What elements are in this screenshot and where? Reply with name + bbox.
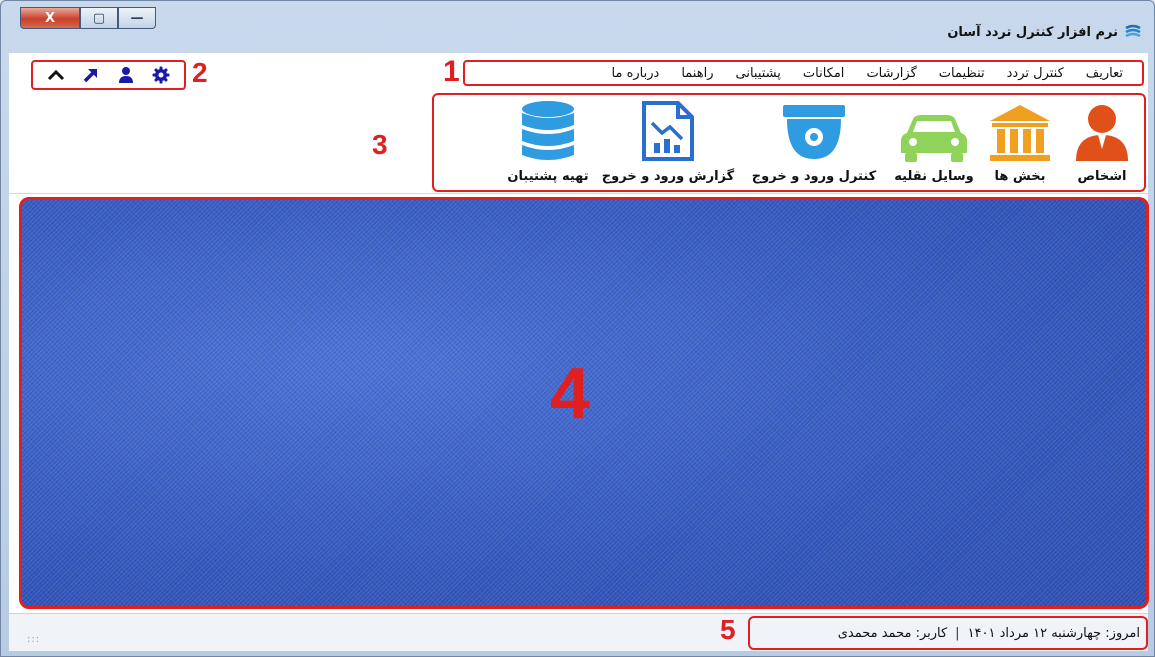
window-title-text: نرم افزار کنترل تردد آسان (947, 24, 1118, 40)
maximize-button[interactable]: ▢ (80, 7, 118, 29)
window-controls: X ▢ — (20, 7, 156, 29)
backup-label: تهیه پشتیبان (507, 169, 589, 184)
menu-support[interactable]: پشتیبانی (724, 66, 791, 81)
menu-settings[interactable]: تنظیمات (928, 66, 996, 81)
title-bar: X ▢ — نرم افزار کنترل تردد آسان (1, 1, 1154, 49)
menu-definitions[interactable]: تعاریف (1075, 66, 1134, 81)
building-icon (990, 105, 1050, 161)
client-area: تعاریف کنترل تردد تنظیمات گزارشات امکانا… (9, 53, 1149, 651)
minimize-button[interactable]: — (118, 7, 156, 29)
gear-icon[interactable] (151, 65, 171, 85)
app-logo-icon (1125, 24, 1141, 38)
entry-exit-control-button[interactable]: کنترل ورود و خروج (740, 95, 888, 190)
menu-bar: تعاریف کنترل تردد تنظیمات گزارشات امکانا… (9, 53, 1148, 93)
app-window: X ▢ — نرم افزار کنترل تردد آسان تعاریف ک… (0, 0, 1155, 657)
entry-exit-control-label: کنترل ورود و خروج (751, 169, 877, 184)
annotation-1: 1 (443, 55, 460, 88)
departments-button[interactable]: بخش ها (980, 95, 1060, 190)
status-info: امروز: چهارشنبه ۱۲ مرداد ۱۴۰۱ | کاربر: م… (748, 616, 1148, 650)
report-icon (642, 101, 694, 161)
status-separator: | (955, 625, 960, 641)
user-icon[interactable] (116, 65, 136, 85)
menu-reports[interactable]: گزارشات (855, 66, 927, 81)
annotation-2: 2 (192, 57, 208, 88)
quick-access-toolbar (31, 60, 186, 90)
ribbon-toolbar: اشخاص بخش ها وسایل نقلیه کنترل ورود و خر… (9, 93, 1148, 194)
arrow-up-right-icon[interactable] (81, 65, 101, 85)
departments-label: بخش ها (994, 169, 1046, 184)
entry-exit-report-button[interactable]: گزارش ورود و خروج (596, 95, 740, 190)
entry-exit-report-label: گزارش ورود و خروج (601, 169, 735, 184)
backup-button[interactable]: تهیه پشتیبان (500, 95, 596, 190)
vehicles-label: وسایل نقلیه (894, 169, 974, 184)
status-date: امروز: چهارشنبه ۱۲ مرداد ۱۴۰۱ (967, 625, 1140, 641)
resize-grip[interactable]: ::: (27, 634, 40, 645)
person-icon (1076, 105, 1128, 161)
status-bar: ::: 5 امروز: چهارشنبه ۱۲ مرداد ۱۴۰۱ | کا… (9, 613, 1148, 651)
close-button[interactable]: X (20, 7, 80, 29)
menu-features[interactable]: امکانات (792, 66, 856, 81)
vehicles-button[interactable]: وسایل نقلیه (888, 95, 980, 190)
car-icon (901, 115, 967, 162)
people-label: اشخاص (1077, 169, 1127, 184)
database-icon (522, 101, 574, 160)
annotation-3: 3 (372, 129, 388, 160)
menu-about[interactable]: درباره ما (601, 66, 671, 81)
status-user: کاربر: محمد محمدی (837, 625, 948, 641)
main-menu: تعاریف کنترل تردد تنظیمات گزارشات امکانا… (463, 60, 1144, 86)
annotation-4: 4 (550, 354, 591, 434)
camera-icon (783, 105, 845, 159)
menu-traffic-control[interactable]: کنترل تردد (996, 66, 1075, 81)
people-button[interactable]: اشخاص (1060, 95, 1144, 190)
window-title: نرم افزار کنترل تردد آسان (947, 23, 1142, 41)
chevron-up-icon[interactable] (46, 65, 66, 85)
menu-help[interactable]: راهنما (670, 66, 724, 81)
ribbon-buttons: اشخاص بخش ها وسایل نقلیه کنترل ورود و خر… (432, 93, 1146, 192)
annotation-5: 5 (720, 614, 736, 645)
